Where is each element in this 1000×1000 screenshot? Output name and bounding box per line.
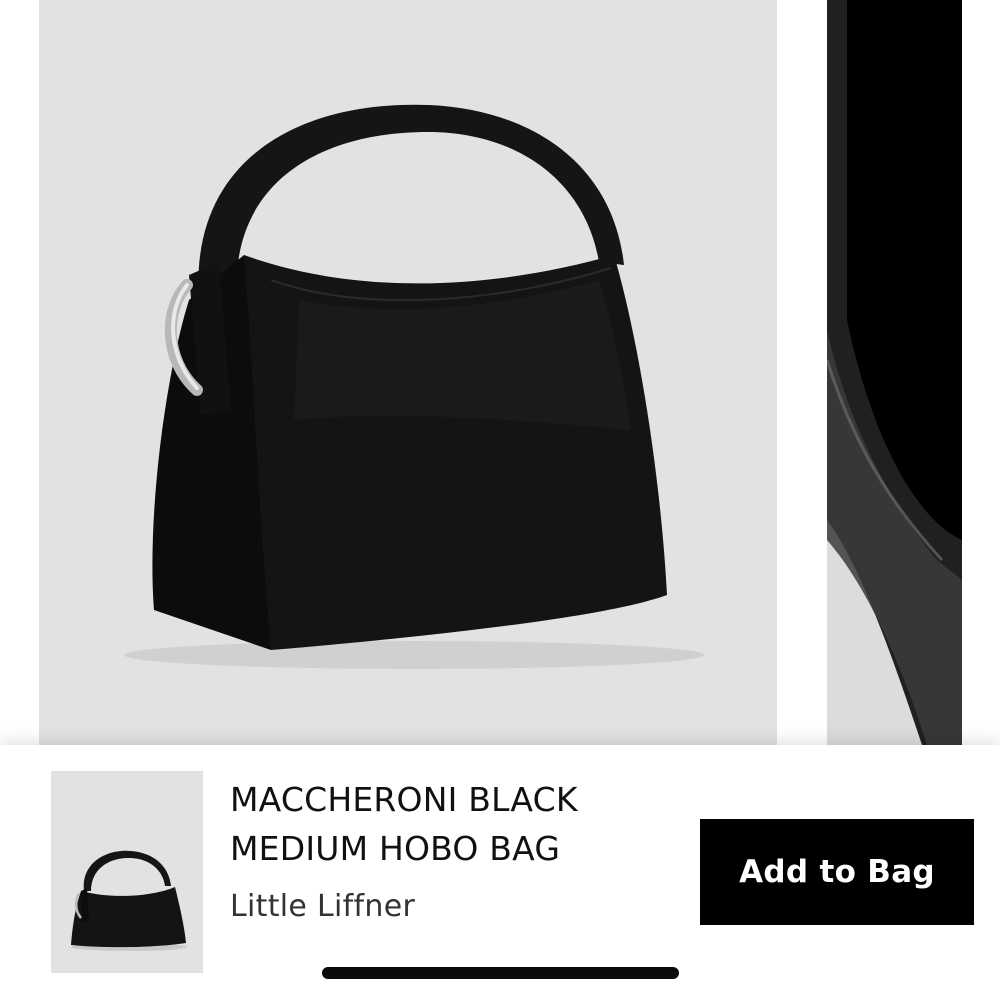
handbag-detail-image [827,0,962,745]
product-thumbnail[interactable] [51,771,203,973]
product-image-main[interactable] [39,0,777,745]
home-indicator[interactable] [322,967,679,979]
product-image-gallery[interactable] [0,0,1000,745]
product-image-next[interactable] [827,0,962,745]
product-summary-bar: MACCHERONI BLACK MEDIUM HOBO BAG Little … [0,745,1000,1000]
handbag-image [124,104,704,669]
add-to-bag-button[interactable]: Add to Bag [700,819,974,925]
handbag-thumbnail-icon [71,850,187,951]
product-brand[interactable]: Little Liffner [230,887,415,927]
product-title: MACCHERONI BLACK MEDIUM HOBO BAG [230,775,670,873]
product-title-line1: MACCHERONI BLACK [230,780,578,819]
product-title-line2: MEDIUM HOBO BAG [230,829,561,868]
